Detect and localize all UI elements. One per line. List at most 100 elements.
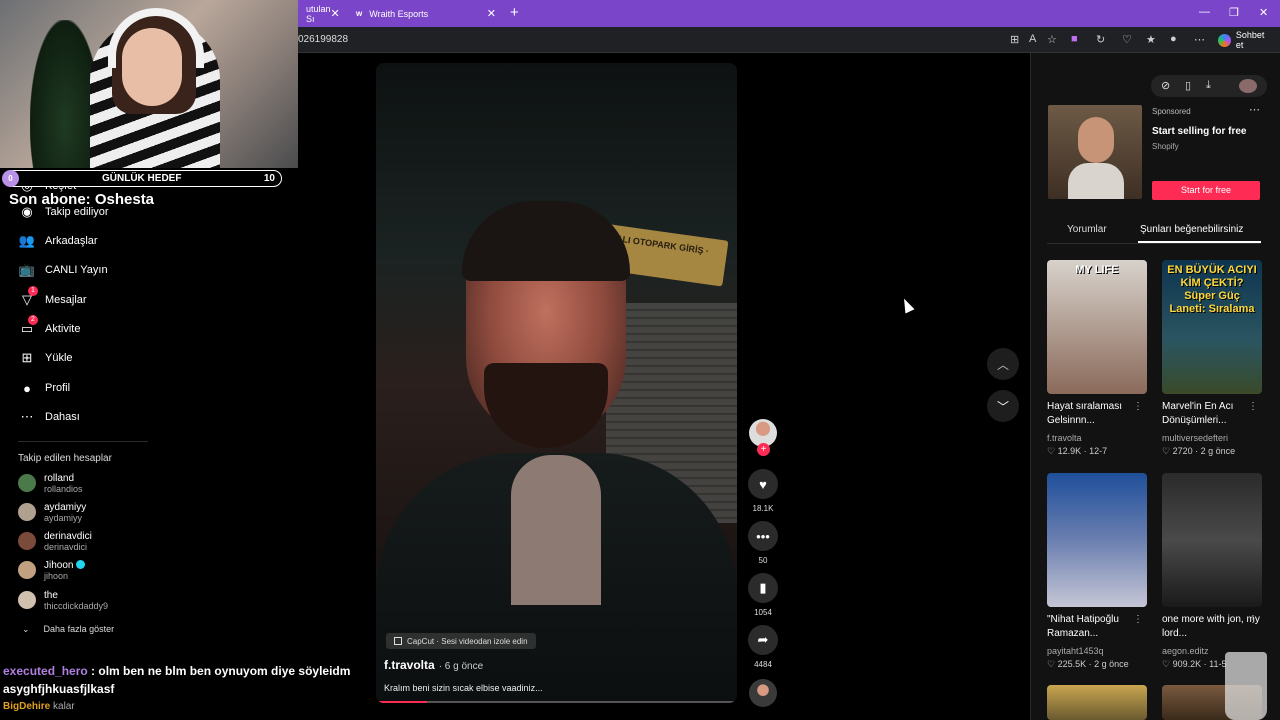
close-window-icon[interactable]: ✕ [1259,6,1268,19]
card-date: 2 g önce [1094,659,1129,669]
nav-more[interactable]: ⋯ Dahası [18,407,80,427]
next-video-button[interactable]: ﹀ [987,390,1019,422]
tab-you-may-like[interactable]: Şunları beğenebilirsiniz [1140,224,1243,235]
shirt [511,455,601,605]
download-icon[interactable]: ⤓ [1206,79,1211,92]
like-count: 18.1K [752,504,774,513]
favorites-icon[interactable]: ★ [1146,33,1156,46]
capcut-label[interactable]: CapCut · Sesi videodan izole edin [386,633,536,649]
card-author: payitaht1453q [1047,646,1104,656]
card-title: Hayat sıralaması Gelsinnn... [1047,401,1123,426]
tab-label: Wraith Esports [369,8,429,19]
avatar [18,503,36,521]
music-disc-icon[interactable] [749,679,777,707]
card-more-icon[interactable]: ⋮ [1133,401,1143,412]
new-tab-icon[interactable]: + [510,4,519,21]
account-name: the [44,589,58,601]
chat-message: executed_hero : olm ben ne blm ben oynuy… [3,664,350,678]
favorite-star-icon[interactable]: ☆ [1047,33,1057,46]
device-icon[interactable]: ▯ [1185,79,1191,92]
card-author: multiversedefteri [1162,433,1229,443]
nav-label: Aktivite [45,323,81,335]
video-card[interactable]: one more with jon, my lord... aegon.edit… [1162,473,1262,670]
like-button[interactable]: ♥ 18.1K [748,469,778,513]
nav-live[interactable]: 📺 CANLI Yayın [18,260,108,280]
goal-title: GÜNLÜK HEDEF [102,173,182,184]
show-more-button[interactable]: ⌄ Daha fazla göster [22,623,128,635]
card-likes: 225.5K [1057,659,1087,669]
tab-tiktok[interactable]: utulan Sı ✕ [298,0,344,27]
video-card[interactable] [1047,685,1147,720]
ad-thumbnail[interactable] [1048,105,1142,199]
card-date: 12-7 [1089,446,1108,456]
show-more-label: Daha fazla göster [43,624,115,634]
extension-icon[interactable]: ■ [1071,33,1078,45]
goal-max: 10 [263,173,275,184]
account-name: aydamiyy [44,501,87,513]
ad-brand: Shopify [1152,142,1179,151]
refresh-icon[interactable]: ↻ [1096,33,1105,46]
activity-badge: 2 [28,315,38,325]
heart-icon: ♡ [1162,659,1171,669]
card-more-icon[interactable]: ⋮ [1248,401,1258,412]
nav-messages[interactable]: ▽ 1 Mesajlar [18,286,87,310]
card-thumbnail: EN BÜYÜK ACIYI KİM ÇEKTİ? Süper Güç Lane… [1162,260,1262,394]
account-item[interactable]: aydamiyy aydamiyy [18,499,86,525]
avatar [18,474,36,492]
card-more-icon[interactable]: ⋮ [1133,614,1143,625]
account-handle: jihoon [44,570,69,581]
url-field[interactable]: 026199828 [298,34,348,45]
browser-essentials-icon[interactable]: ♡ [1122,33,1132,46]
close-tab-icon[interactable]: ✕ [331,7,340,20]
nav-profile[interactable]: ● Profil [18,378,70,398]
follow-plus-icon[interactable]: + [757,443,770,456]
card-more-icon[interactable]: ⋮ [1248,614,1258,625]
save-button[interactable]: ▮ 1054 [748,573,778,617]
more-icon: ⋯ [20,409,34,424]
save-count: 1054 [754,608,772,617]
goal-current: 0 [2,170,19,187]
previous-video-button[interactable]: ︿ [987,348,1019,380]
copilot-icon [1218,33,1231,47]
ad-cta-button[interactable]: Start for free [1152,181,1260,200]
profile-icon: ● [23,380,31,396]
close-tab-icon[interactable]: ✕ [487,7,496,20]
share-button[interactable]: ➦ 4484 [748,625,778,669]
read-aloud-icon[interactable]: A [1029,33,1036,45]
video-player[interactable]: KAPALI OTOPARK GİRİŞ · ÇIKIŞ CapCut · Se… [376,63,737,703]
nav-friends[interactable]: 👥 Arkadaşlar [18,231,98,251]
video-author[interactable]: f.travolta · 6 g önce [384,658,483,672]
nav-label: Arkadaşlar [45,235,98,247]
settings-more-icon[interactable]: ⋯ [1194,33,1205,46]
comment-button[interactable]: ••• 50 [748,521,778,565]
video-card[interactable]: EN BÜYÜK ACIYI KİM ÇEKTİ? Süper Güç Lane… [1162,260,1262,457]
tab-wraith-esports[interactable]: w Wraith Esports ✕ [348,0,504,27]
account-item[interactable]: the thiccdickdaddy9 [18,587,108,613]
video-progress[interactable] [376,701,737,703]
ad-title: Start selling for free [1152,126,1247,137]
restore-icon[interactable]: ❐ [1229,6,1239,19]
speed-icon[interactable]: ⊘ [1161,79,1170,92]
account-name: rolland [44,472,75,484]
donor-name: BigDehire [3,701,51,712]
app-available-icon[interactable]: ⊞ [1010,33,1019,46]
account-item[interactable]: derinavdici derinavdici [18,528,92,554]
minimize-icon[interactable]: — [1199,6,1210,18]
card-title: Marvel'in En Acı Dönüşümleri... [1162,401,1234,426]
tab-comments[interactable]: Yorumlar [1067,224,1107,235]
nav-upload[interactable]: ⊞ Yükle [18,348,73,368]
video-time: · 6 g önce [438,661,484,672]
wraith-favicon-icon: w [356,9,363,18]
heart-icon: ♥ [748,469,778,499]
nav-activity[interactable]: ▭ 2 Aktivite [18,315,81,339]
user-avatar-icon[interactable] [1239,79,1257,93]
account-item[interactable]: Jihoon jihoon [18,557,86,583]
ad-more-icon[interactable]: ⋯ [1249,103,1260,116]
card-stats: ♡ 2720 · 2 g önce [1162,446,1236,456]
profile-avatar-icon[interactable]: ● [1170,33,1177,45]
copilot-chat-button[interactable]: Sohbet et [1214,30,1280,50]
account-item[interactable]: rolland rollandios [18,470,83,496]
video-card[interactable]: "Nihat Hatipoğlu Ramazan... payitaht1453… [1047,473,1147,670]
video-card[interactable]: MY LIFE Hayat sıralaması Gelsinnn... f.t… [1047,260,1147,457]
chat-text: asyghfjhkuasfjlkasf [3,682,115,696]
